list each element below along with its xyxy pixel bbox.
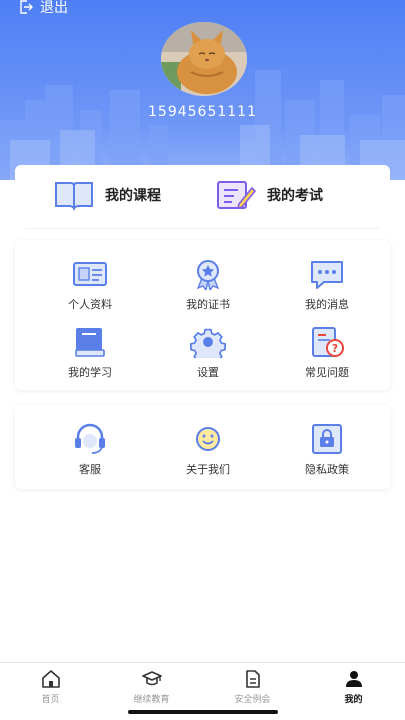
document-icon — [245, 670, 260, 688]
smiley-icon — [196, 427, 220, 451]
privacy-policy-item[interactable]: 隐私政策 — [267, 423, 387, 477]
home-icon — [41, 670, 60, 688]
divider — [25, 228, 380, 229]
book-icon — [75, 328, 105, 357]
exam-pencil-icon — [217, 181, 257, 210]
logout-icon — [20, 0, 33, 14]
tab-continuing-education[interactable]: 继续教育 — [101, 669, 202, 705]
avatar[interactable] — [161, 22, 247, 96]
chat-bubble-icon — [311, 261, 343, 289]
my-exams-label: 我的考试 — [267, 188, 323, 204]
my-messages-item[interactable]: 我的消息 — [267, 258, 387, 312]
svg-text:?: ? — [332, 342, 338, 355]
gear-icon — [190, 328, 226, 358]
faq-label: 常见问题 — [305, 366, 349, 379]
settings-label: 设置 — [197, 366, 219, 379]
my-courses-link[interactable]: 我的课程 — [53, 177, 161, 213]
my-certificate-label: 我的证书 — [186, 298, 230, 311]
tab-safety-meeting[interactable]: 安全例会 — [202, 669, 303, 705]
lock-doc-icon — [312, 424, 342, 454]
about-us-item[interactable]: 关于我们 — [148, 423, 268, 477]
headset-icon — [75, 423, 105, 454]
phone-number: 15945651111 — [148, 104, 257, 120]
tab-continuing-education-label: 继续教育 — [133, 695, 170, 705]
id-card-icon — [73, 262, 107, 286]
logout-label: 退出 — [40, 0, 68, 16]
settings-item[interactable]: 设置 — [148, 326, 268, 380]
tab-safety-meeting-label: 安全例会 — [234, 695, 271, 705]
medal-icon — [196, 260, 220, 290]
my-courses-label: 我的课程 — [105, 188, 161, 204]
graduation-cap-icon — [141, 671, 162, 686]
top-links-card: 我的课程 我的考试 — [15, 165, 390, 231]
tab-mine-label: 我的 — [344, 695, 363, 705]
tab-home-label: 首页 — [41, 695, 60, 705]
open-book-icon — [55, 182, 93, 211]
faq-item[interactable]: ? 常见问题 — [267, 326, 387, 380]
home-indicator — [128, 710, 278, 714]
my-study-label: 我的学习 — [68, 366, 112, 379]
function-grid-card: 个人资料 我的证书 我的消息 我的学习 设置 ? 常见问题 — [15, 240, 390, 390]
tab-home[interactable]: 首页 — [0, 669, 101, 705]
my-exams-link[interactable]: 我的考试 — [215, 177, 323, 213]
profile-info-label: 个人资料 — [68, 298, 112, 311]
profile-header: 退出 15945651111 — [0, 0, 405, 180]
support-grid-card: 客服 关于我们 隐私政策 — [15, 405, 390, 489]
my-study-item[interactable]: 我的学习 — [30, 326, 150, 380]
customer-service-label: 客服 — [79, 463, 101, 476]
privacy-policy-label: 隐私政策 — [305, 463, 349, 476]
user-icon — [345, 671, 362, 687]
cat-avatar-image — [161, 22, 247, 96]
customer-service-item[interactable]: 客服 — [30, 423, 150, 477]
my-messages-label: 我的消息 — [305, 298, 349, 311]
my-certificate-item[interactable]: 我的证书 — [148, 258, 268, 312]
about-us-label: 关于我们 — [186, 463, 230, 476]
profile-info-item[interactable]: 个人资料 — [30, 258, 150, 312]
tab-mine[interactable]: 我的 — [303, 669, 404, 705]
logout-button[interactable]: 退出 — [18, 0, 68, 17]
faq-doc-icon: ? — [312, 327, 344, 357]
